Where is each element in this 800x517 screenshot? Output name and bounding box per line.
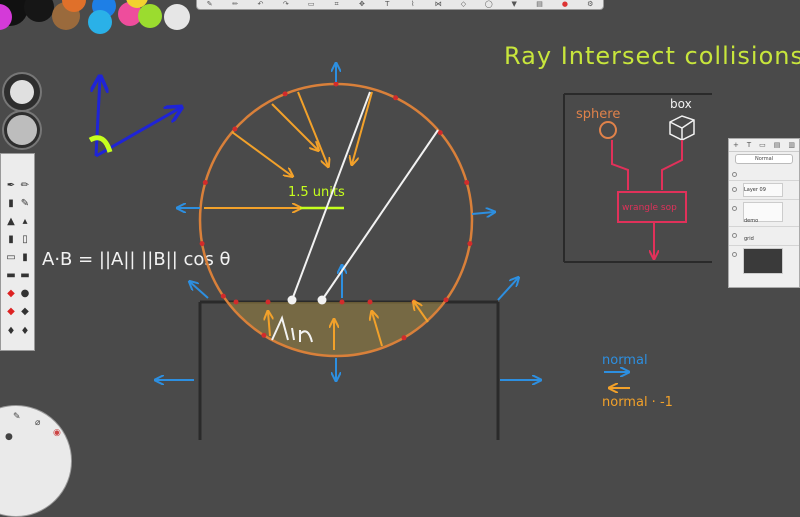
circle-marker [282,91,288,97]
color-wheel-icon[interactable]: ◉ [53,428,61,438]
intersection-marker [233,299,239,305]
intersection-marker [367,299,373,305]
circle-marker [333,81,339,87]
normal-label: normal [602,353,648,368]
circle-marker [232,126,238,132]
intersection-marker [339,299,345,305]
box-label: box [670,97,692,111]
radius-label: 1.5 units [288,185,345,200]
swatch-small-icon[interactable]: ● [5,432,13,442]
circle-marker [401,335,407,341]
normal-legend: normal normal · -1 [602,353,673,410]
title-text: Ray Intersect collisions [504,42,800,70]
intersection-area [200,302,472,356]
circle-marker [261,332,267,338]
color-picker-icon[interactable]: ✎ [13,412,21,422]
circle-marker [443,297,449,303]
circle-marker [220,293,226,299]
normal-negative-label: normal · -1 [602,395,673,410]
intersection-marker [265,299,271,305]
circle-marker [467,241,473,247]
circle-marker [464,180,470,185]
dot-product-formula: A·B = ||A|| ||B|| cos θ [42,249,231,270]
node-diagram: sphere box wrangle sop [563,93,712,263]
circle-marker [393,95,399,101]
eyedropper-icon[interactable]: ⌀ [35,418,40,428]
drawing-canvas[interactable]: Ray Intersect collisions A·B = ||A|| ||B… [0,0,800,450]
wrangle-sop-label: wrangle sop [622,203,677,213]
circle-marker [202,180,208,185]
dot-product-vectors [88,78,180,158]
circle-marker [199,241,205,247]
sphere-label: sphere [576,107,620,122]
